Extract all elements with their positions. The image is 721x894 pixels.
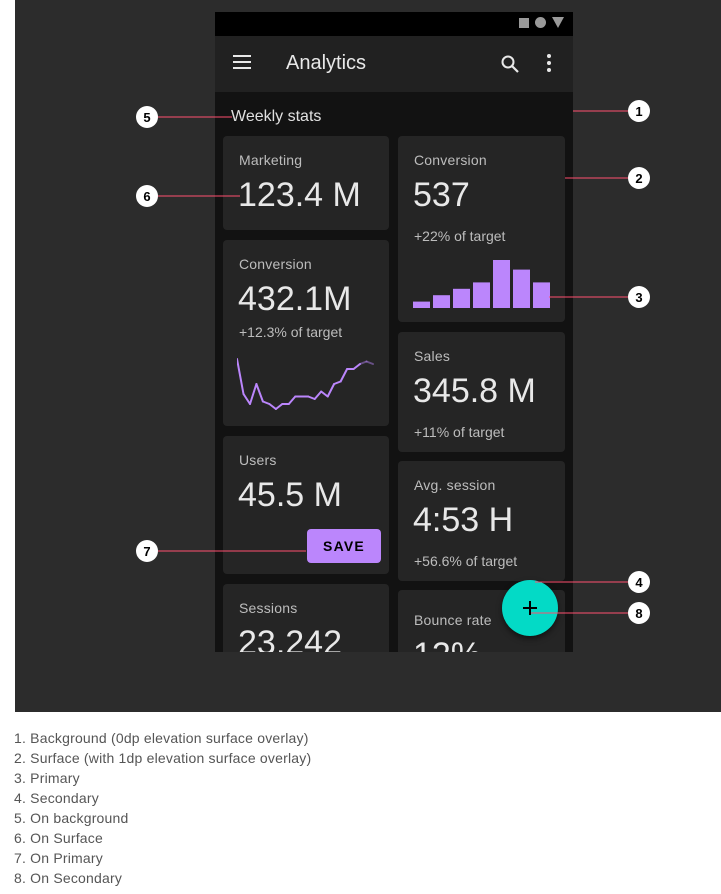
legend-item: 6. On Surface bbox=[14, 830, 103, 846]
callout-number: 1 bbox=[635, 104, 642, 119]
legend-item: 5. On background bbox=[14, 810, 129, 826]
legend-item: 4. Secondary bbox=[14, 790, 99, 806]
callout-overlay: 1 2 3 4 5 6 7 8 bbox=[136, 100, 650, 624]
legend-item: 1. Background (0dp elevation surface ove… bbox=[14, 730, 309, 746]
callout-number: 7 bbox=[143, 544, 150, 559]
callout-number: 6 bbox=[143, 189, 150, 204]
callout-number: 8 bbox=[635, 606, 642, 621]
callout-number: 3 bbox=[635, 290, 642, 305]
legend-item: 8. On Secondary bbox=[14, 870, 123, 886]
legend-item: 7. On Primary bbox=[14, 850, 103, 866]
callout-number: 5 bbox=[143, 110, 150, 125]
callout-number: 2 bbox=[635, 171, 642, 186]
legend-item: 2. Surface (with 1dp elevation surface o… bbox=[14, 750, 312, 766]
legend-list: 1. Background (0dp elevation surface ove… bbox=[14, 728, 311, 888]
callout-number: 4 bbox=[635, 575, 643, 590]
legend-item: 3. Primary bbox=[14, 770, 80, 786]
